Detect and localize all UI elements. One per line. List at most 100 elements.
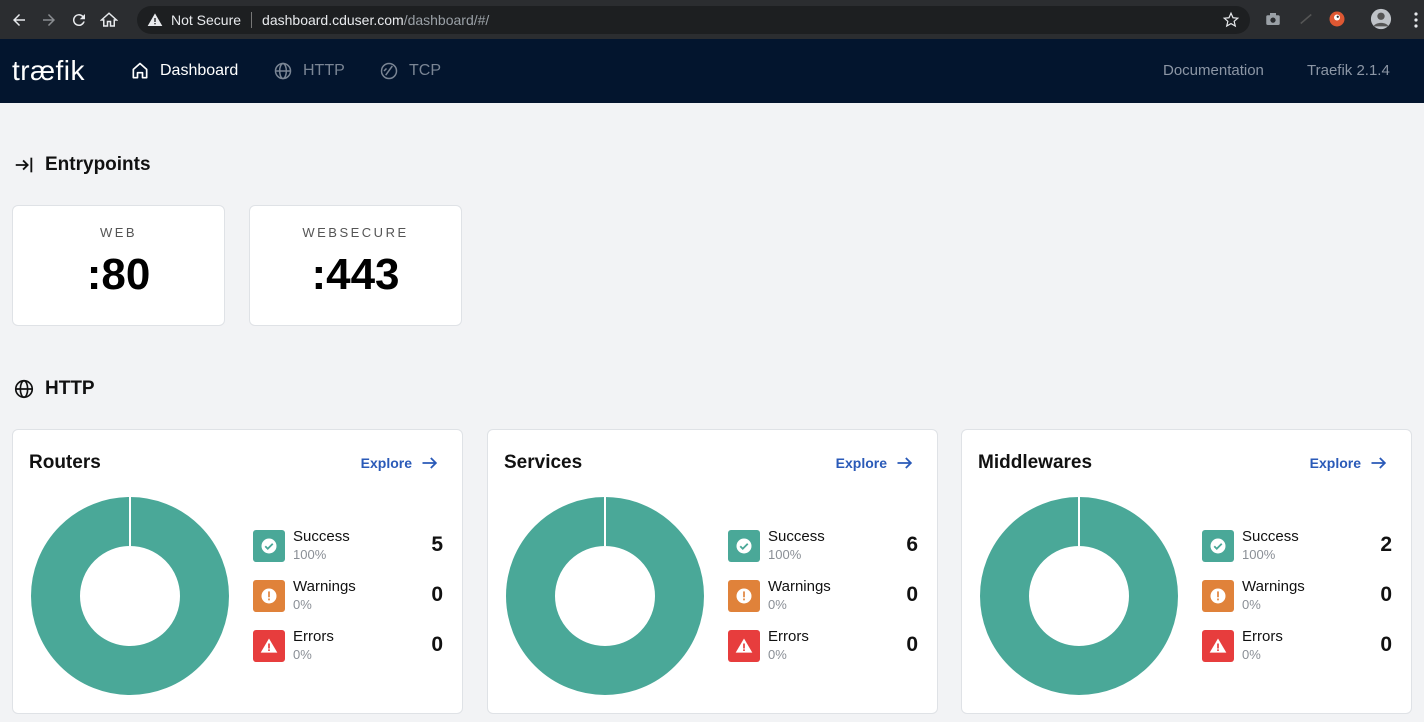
browser-menu-icon[interactable] xyxy=(1412,11,1420,29)
http-heading: HTTP xyxy=(13,378,95,400)
duckduckgo-icon[interactable] xyxy=(1328,10,1346,28)
stat-percent: 0% xyxy=(768,647,787,662)
stat-percent: 0% xyxy=(293,647,312,662)
stat-row-error: Errors 0% 0 xyxy=(1202,628,1392,666)
stat-row-warning: Warnings 0% 0 xyxy=(1202,578,1392,616)
entrypoint-icon xyxy=(15,157,33,173)
explore-label: Explore xyxy=(1309,455,1361,471)
separator xyxy=(251,12,253,28)
forward-icon[interactable] xyxy=(38,9,60,31)
stat-count: 0 xyxy=(431,633,443,656)
nav-tcp[interactable]: TCP xyxy=(379,39,441,103)
browser-toolbar: Not Secure dashboard.cduser.com /dashboa… xyxy=(0,0,1424,39)
entrypoint-card-web: WEB :80 xyxy=(12,205,225,326)
stat-percent: 100% xyxy=(1242,547,1276,562)
app-header: træfik Dashboard HTTP TCP Documentation … xyxy=(0,39,1424,103)
stat-label: Errors xyxy=(1242,628,1283,645)
stat-percent: 100% xyxy=(293,547,327,562)
stat-percent: 0% xyxy=(1242,597,1261,612)
entrypoint-card-websecure: WEBSECURE :443 xyxy=(249,205,462,326)
explore-link[interactable]: Explore xyxy=(361,453,440,473)
url-path: /dashboard/#/ xyxy=(403,12,490,28)
stat-row-warning: Warnings 0% 0 xyxy=(253,578,443,616)
check-circle-icon xyxy=(253,530,285,562)
donut-chart xyxy=(31,497,229,695)
arrow-right-icon xyxy=(1371,457,1387,469)
stat-card-services: Services Explore Success 100% 6 Warnings 0% 0 Er… xyxy=(487,429,938,714)
entrypoints-heading: Entrypoints xyxy=(13,154,151,176)
globe-icon xyxy=(14,379,34,399)
card-title: Middlewares xyxy=(978,452,1093,473)
url-host: dashboard.cduser.com xyxy=(262,12,404,28)
security-status[interactable]: Not Secure xyxy=(171,12,241,28)
stat-count: 5 xyxy=(431,533,443,556)
explore-link[interactable]: Explore xyxy=(836,453,915,473)
stat-label: Errors xyxy=(293,628,334,645)
stat-percent: 0% xyxy=(1242,647,1261,662)
reload-icon[interactable] xyxy=(68,9,90,31)
explore-label: Explore xyxy=(835,455,887,471)
explore-link[interactable]: Explore xyxy=(1310,453,1389,473)
profile-avatar[interactable] xyxy=(1370,8,1392,30)
stat-card-middlewares: Middlewares Explore Success 100% 2 Warnings 0%… xyxy=(961,429,1412,714)
stat-row-success: Success 100% 5 xyxy=(253,528,443,566)
nav-http-label: HTTP xyxy=(303,62,345,79)
entrypoint-name: WEB xyxy=(99,225,138,240)
stat-label: Warnings xyxy=(768,578,831,595)
warning-circle-icon xyxy=(1202,580,1234,612)
stat-percent: 0% xyxy=(768,597,787,612)
stat-count: 0 xyxy=(431,583,443,606)
stat-label: Warnings xyxy=(293,578,356,595)
error-triangle-icon xyxy=(728,630,760,662)
nav-dashboard[interactable]: Dashboard xyxy=(130,39,238,103)
stat-count: 6 xyxy=(906,533,918,556)
entrypoints-title: Entrypoints xyxy=(45,154,151,175)
stat-percent: 0% xyxy=(293,597,312,612)
stat-row-error: Errors 0% 0 xyxy=(253,628,443,666)
donut-chart xyxy=(506,497,704,695)
stat-label: Warnings xyxy=(1242,578,1305,595)
stat-count: 0 xyxy=(1380,633,1392,656)
traefik-logo[interactable]: træfik xyxy=(12,55,102,87)
stat-percent: 100% xyxy=(768,547,802,562)
stat-label: Success xyxy=(293,528,350,545)
stat-count: 0 xyxy=(906,583,918,606)
check-circle-icon xyxy=(1202,530,1234,562)
stat-label: Errors xyxy=(768,628,809,645)
stat-row-error: Errors 0% 0 xyxy=(728,628,918,666)
home-icon xyxy=(132,62,148,79)
home-icon[interactable] xyxy=(98,9,120,31)
extension-icon[interactable] xyxy=(1297,10,1315,28)
error-triangle-icon xyxy=(253,630,285,662)
stat-count: 0 xyxy=(906,633,918,656)
bookmark-star-icon[interactable] xyxy=(1222,11,1240,29)
globe-icon xyxy=(274,62,292,80)
explore-label: Explore xyxy=(360,455,412,471)
error-triangle-icon xyxy=(1202,630,1234,662)
entrypoint-port: :443 xyxy=(311,250,400,299)
card-title: Routers xyxy=(29,452,101,473)
check-circle-icon xyxy=(728,530,760,562)
stat-label: Success xyxy=(1242,528,1299,545)
documentation-link[interactable]: Documentation xyxy=(1163,39,1264,103)
stat-card-routers: Routers Explore Success 100% 5 Warnings 0% 0 Err… xyxy=(12,429,463,714)
camera-extension-icon[interactable] xyxy=(1264,10,1282,28)
stat-count: 2 xyxy=(1380,533,1392,556)
stat-count: 0 xyxy=(1380,583,1392,606)
tcp-icon xyxy=(380,62,398,80)
entrypoint-name: WEBSECURE xyxy=(302,225,409,240)
version-label[interactable]: Traefik 2.1.4 xyxy=(1307,39,1390,103)
warning-icon xyxy=(147,13,163,26)
address-bar[interactable]: Not Secure dashboard.cduser.com /dashboa… xyxy=(137,6,1250,34)
card-title: Services xyxy=(504,452,583,473)
stat-label: Success xyxy=(768,528,825,545)
stat-row-warning: Warnings 0% 0 xyxy=(728,578,918,616)
stat-row-success: Success 100% 6 xyxy=(728,528,918,566)
nav-http[interactable]: HTTP xyxy=(273,39,345,103)
donut-chart xyxy=(980,497,1178,695)
nav-tcp-label: TCP xyxy=(409,62,441,79)
entrypoint-port: :80 xyxy=(86,250,151,299)
warning-circle-icon xyxy=(253,580,285,612)
back-icon[interactable] xyxy=(8,9,30,31)
nav-dashboard-label: Dashboard xyxy=(160,62,239,79)
